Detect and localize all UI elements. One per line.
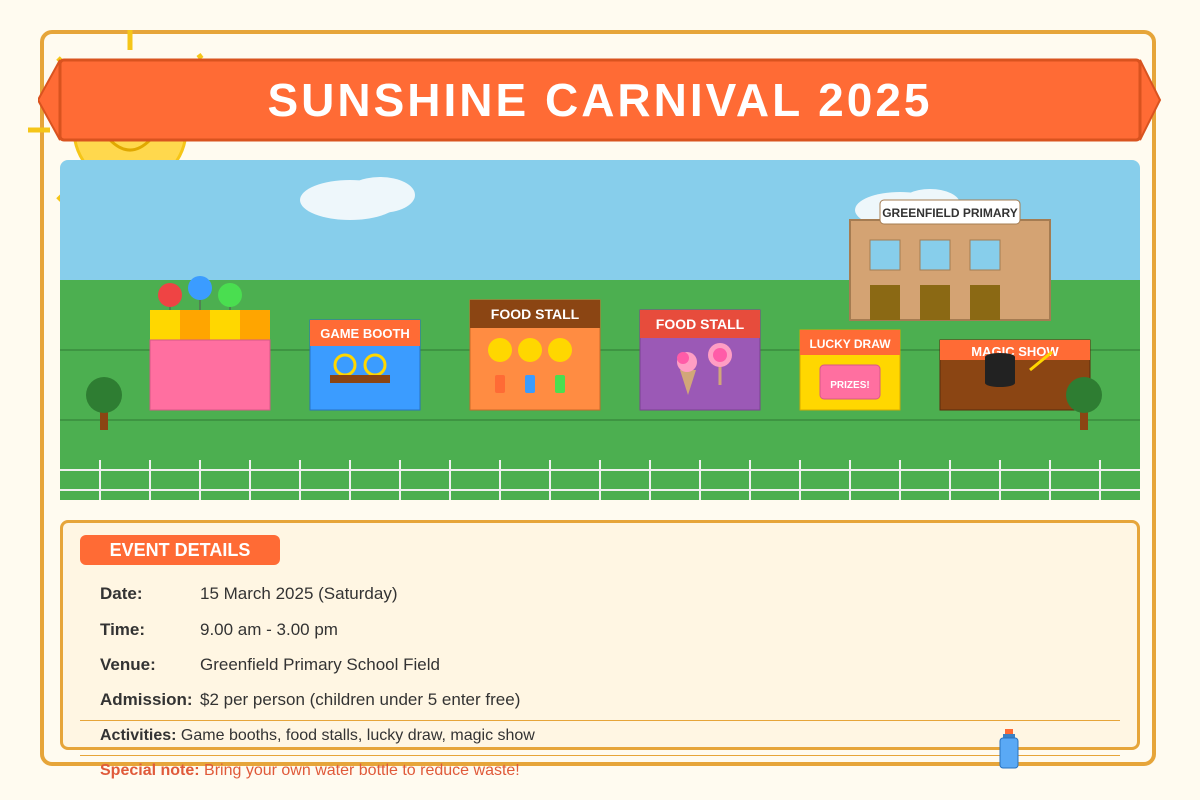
booth-label: LUCKY DRAW [809,337,891,351]
booth-label: FOOD STALL [491,306,580,322]
water-bottle-icon [999,729,1019,769]
balloon-icon [218,283,242,307]
detail-value: 15 March 2025 (Saturday) [200,584,398,603]
school-building: GREENFIELD PRIMARY [849,199,1051,321]
balloon-icon [158,283,182,307]
activities-value: Game booths, food stalls, lucky draw, ma… [180,727,535,744]
lucky-draw-booth: LUCKY DRAW PRIZES! [799,329,901,411]
school-sign: GREENFIELD PRIMARY [882,206,1018,220]
activities-row: Activities: Game booths, food stalls, lu… [100,727,535,745]
event-details-header: EVENT DETAILS [80,535,280,565]
balloon-icon [188,276,212,300]
detail-value: 9.00 am - 3.00 pm [200,620,338,639]
activities-label: Activities: [100,727,177,744]
detail-label: Venue: [100,655,156,674]
divider [80,755,1120,756]
carnival-scene: GREENFIELD PRIMARY GAME BOOTH FOOD STALL [60,160,1140,500]
detail-value: Greenfield Primary School Field [200,655,440,674]
special-note-label: Special note: [100,762,200,779]
booth-label: GAME BOOTH [320,326,410,341]
prize-label: PRIZES! [830,380,869,391]
booth-label: FOOD STALL [656,316,745,332]
game-booth: GAME BOOTH [309,319,421,411]
food-stall: FOOD STALL [469,299,601,411]
page-title: SUNSHINE CARNIVAL 2025 [267,74,933,126]
divider [80,720,1120,721]
detail-label: Time: [100,620,146,639]
special-note-value: Bring your own water bottle to reduce wa… [204,762,520,779]
detail-label: Admission: [100,690,193,709]
food-stall: FOOD STALL [639,309,761,411]
detail-value: $2 per person (children under 5 enter fr… [200,690,521,709]
special-note-row: Special note: Bring your own water bottl… [100,762,520,780]
detail-label: Date: [100,584,143,603]
